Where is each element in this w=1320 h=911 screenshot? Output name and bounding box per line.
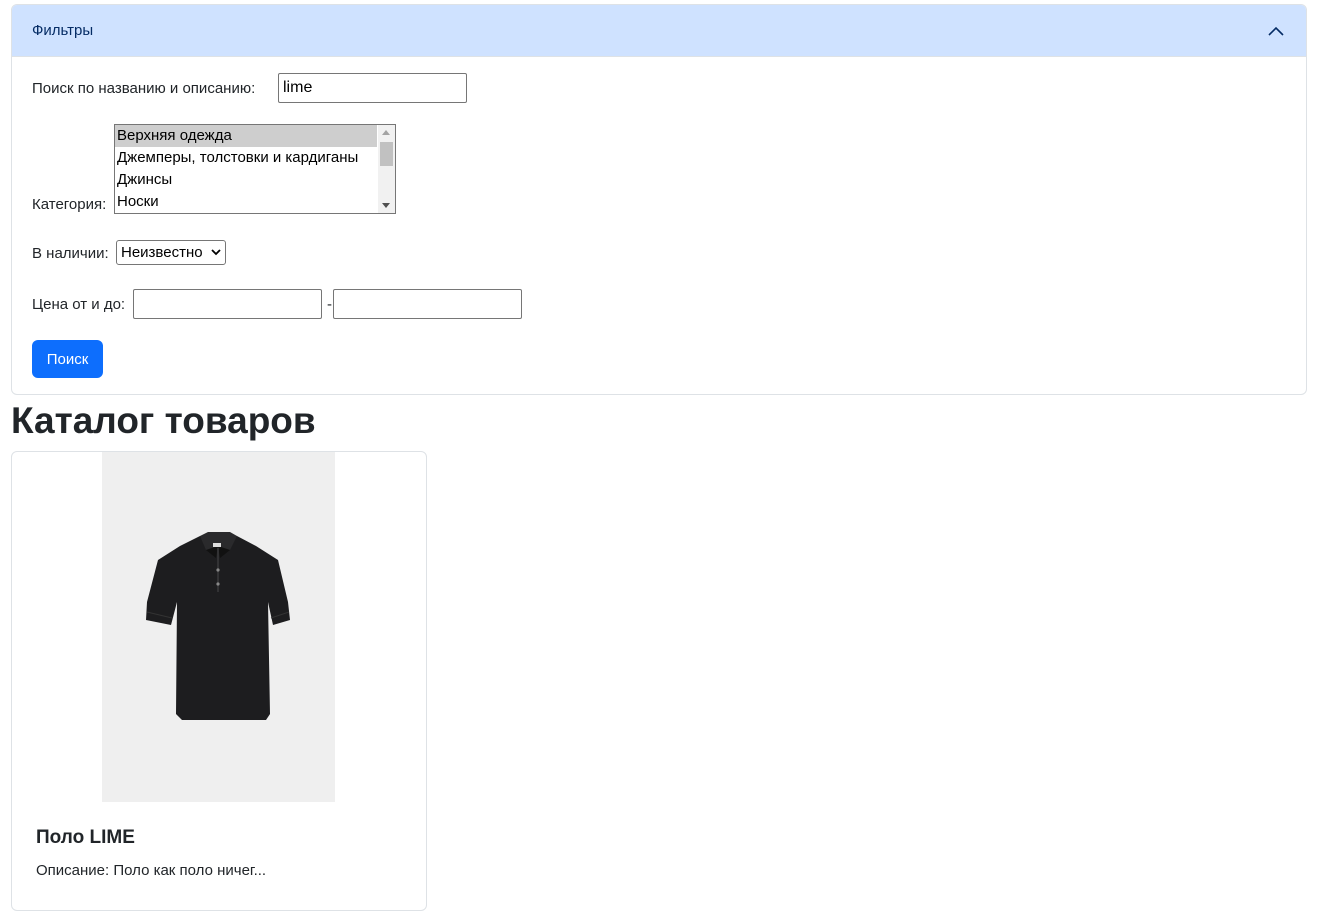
page-title: Каталог товаров [11, 400, 316, 441]
chevron-down-icon [211, 247, 221, 259]
price-separator: - [327, 296, 332, 313]
product-card[interactable]: Поло LIME Описание: Поло как поло ничег.… [11, 451, 427, 911]
category-option[interactable]: Верхняя одежда [115, 125, 377, 147]
product-name[interactable]: Поло LIME [36, 827, 135, 849]
price-from-input[interactable] [133, 289, 322, 319]
category-listbox[interactable]: Верхняя одежда Джемперы, толстовки и кар… [114, 124, 396, 214]
filters-accordion: Фильтры Поиск по названию и описанию: Ка… [11, 4, 1307, 395]
scroll-down-arrow-icon[interactable] [382, 203, 390, 208]
search-input[interactable] [278, 73, 467, 103]
price-to-input[interactable] [333, 289, 522, 319]
filters-title: Фильтры [32, 22, 94, 39]
category-option[interactable]: Носки [115, 191, 377, 213]
stock-select-value: Неизвестно [121, 244, 203, 261]
category-option[interactable]: Джемперы, толстовки и кардиганы [115, 147, 377, 169]
stock-label: В наличии: [32, 245, 109, 262]
category-scrollbar[interactable] [378, 125, 395, 213]
chevron-up-icon[interactable] [1266, 21, 1286, 41]
filters-accordion-header[interactable]: Фильтры [12, 5, 1306, 57]
category-option[interactable]: Джинсы [115, 169, 377, 191]
price-label: Цена от и до: [32, 296, 126, 313]
scroll-up-arrow-icon[interactable] [382, 130, 390, 135]
category-label: Категория: [32, 196, 107, 213]
stock-select[interactable]: Неизвестно [116, 240, 226, 265]
product-description: Описание: Поло как поло ничег... [36, 862, 267, 879]
product-image[interactable] [102, 452, 335, 802]
scroll-thumb[interactable] [380, 142, 393, 166]
search-button[interactable]: Поиск [32, 340, 103, 378]
search-label: Поиск по названию и описанию: [32, 80, 256, 97]
